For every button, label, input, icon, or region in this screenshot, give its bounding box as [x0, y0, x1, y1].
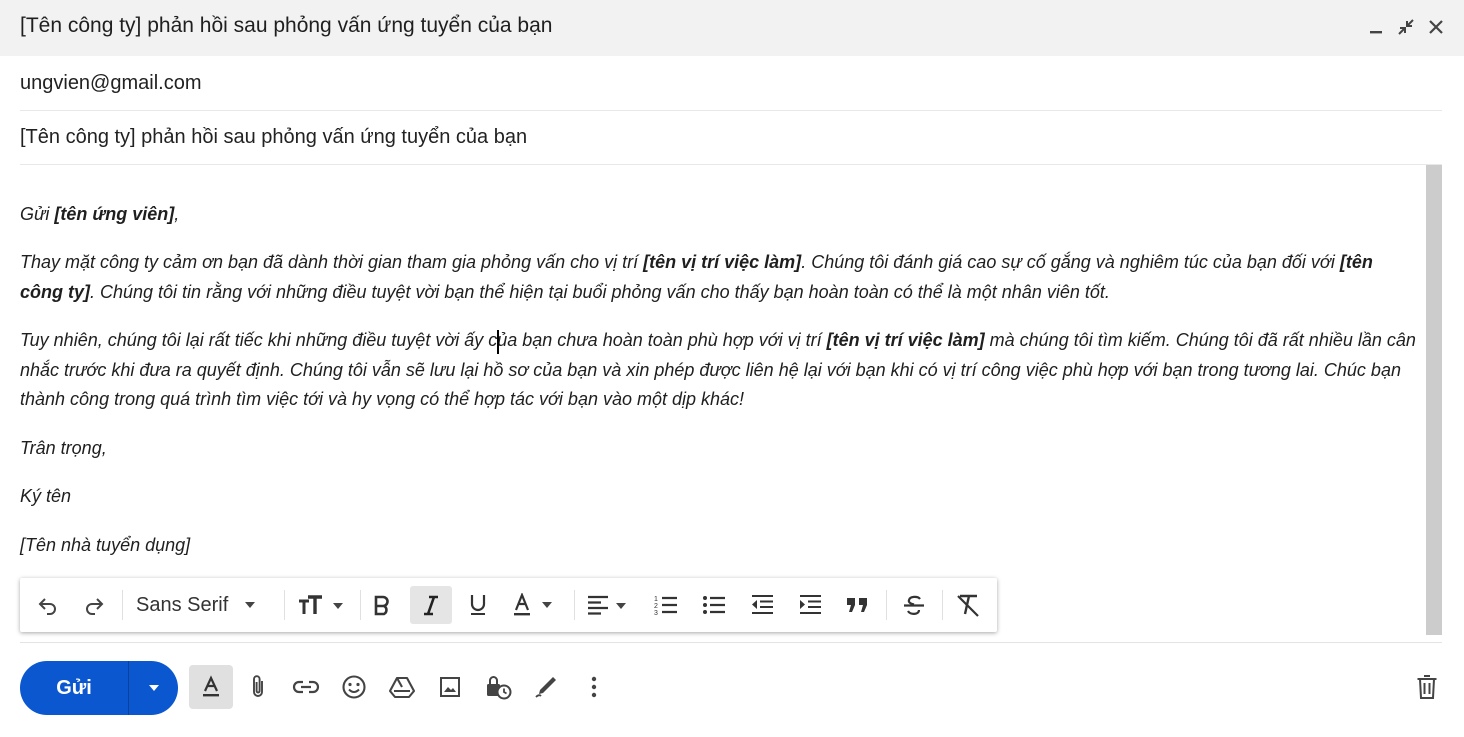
more-options-icon[interactable]	[572, 665, 616, 709]
font-dropdown-icon	[244, 601, 256, 609]
formatting-toolbar: Sans Serif 123	[20, 578, 997, 632]
greeting: Gửi [tên ứng viên],	[20, 204, 180, 224]
link-icon[interactable]	[284, 665, 328, 709]
toolbar-divider	[942, 590, 943, 620]
indent-less-icon[interactable]	[744, 586, 780, 624]
strikethrough-icon[interactable]	[896, 586, 932, 624]
exit-fullscreen-icon[interactable]	[1394, 14, 1418, 40]
window-title: [Tên công ty] phản hồi sau phỏng vấn ứng…	[20, 14, 553, 37]
send-options-icon[interactable]	[129, 661, 178, 715]
svg-text:2: 2	[654, 603, 658, 610]
photo-icon[interactable]	[428, 665, 472, 709]
underline-icon[interactable]	[460, 586, 496, 624]
subject-field[interactable]: [Tên công ty] phản hồi sau phỏng vấn ứng…	[20, 111, 1442, 165]
undo-icon[interactable]	[30, 586, 66, 624]
text-color-icon[interactable]	[510, 586, 562, 624]
remove-formatting-icon[interactable]	[950, 586, 986, 624]
close-icon[interactable]	[1424, 14, 1448, 40]
drive-icon[interactable]	[380, 665, 424, 709]
send-button-group: Gửi	[20, 661, 178, 715]
italic-icon[interactable]	[410, 586, 452, 624]
signature-line: Ký tên	[20, 486, 72, 506]
body-scrollbar[interactable]	[1426, 165, 1442, 635]
quote-icon[interactable]	[840, 586, 876, 624]
attach-icon[interactable]	[236, 665, 280, 709]
align-icon[interactable]	[584, 586, 638, 624]
paragraph-thanks: Thay mặt công ty cảm ơn bạn đã dành thời…	[20, 252, 1373, 302]
svg-text:3: 3	[654, 610, 658, 616]
bold-icon[interactable]	[364, 586, 400, 624]
font-family-select[interactable]: Sans Serif	[136, 586, 256, 624]
closing-regards: Trân trọng,	[20, 438, 107, 458]
recruiter-name: [Tên nhà tuyển dụng]	[20, 535, 191, 555]
toolbar-divider	[122, 590, 123, 620]
text-cursor	[497, 330, 499, 354]
send-button[interactable]: Gửi	[20, 661, 128, 715]
signature-icon[interactable]	[524, 665, 568, 709]
toolbar-divider	[284, 590, 285, 620]
trash-icon[interactable]	[1405, 665, 1449, 709]
redo-icon[interactable]	[76, 586, 112, 624]
toolbar-divider	[574, 590, 575, 620]
paragraph-rejection: Tuy nhiên, chúng tôi lại rất tiếc khi nh…	[20, 330, 1416, 409]
indent-more-icon[interactable]	[792, 586, 828, 624]
minimize-icon[interactable]	[1364, 14, 1388, 40]
compose-header: [Tên công ty] phản hồi sau phỏng vấn ứng…	[0, 0, 1464, 56]
bulleted-list-icon[interactable]	[696, 586, 732, 624]
toolbar-divider	[886, 590, 887, 620]
svg-text:1: 1	[654, 596, 658, 603]
confidential-icon[interactable]	[476, 665, 520, 709]
text-size-icon[interactable]	[294, 586, 350, 624]
recipient-field[interactable]: ungvien@gmail.com	[20, 57, 1442, 111]
emoji-icon[interactable]	[332, 665, 376, 709]
toolbar-divider	[360, 590, 361, 620]
footer-divider	[20, 642, 1442, 643]
font-family-value: Sans Serif	[136, 593, 229, 616]
formatting-options-icon[interactable]	[189, 665, 233, 709]
numbered-list-icon[interactable]: 123	[648, 586, 684, 624]
